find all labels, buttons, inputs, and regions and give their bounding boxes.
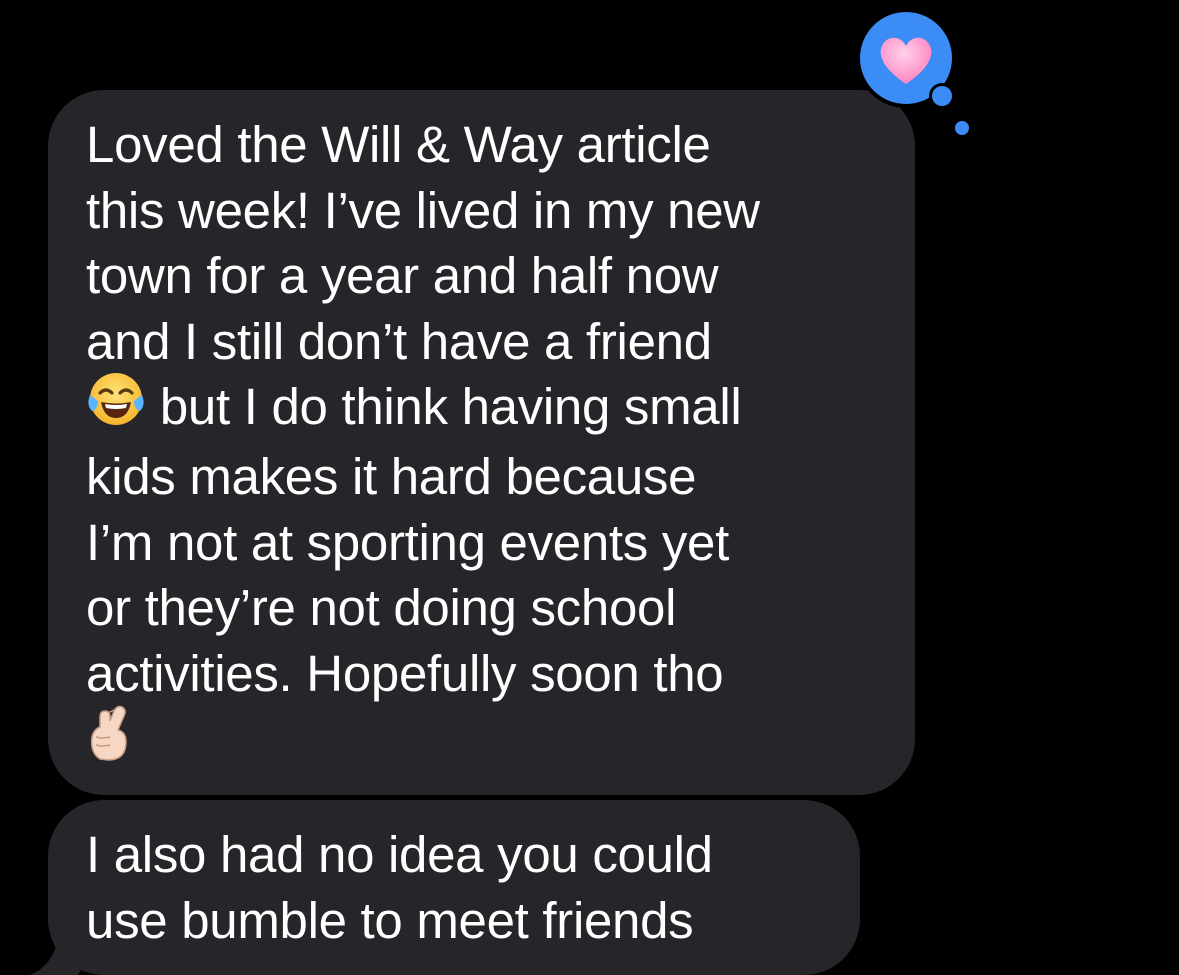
message-line: I’m not at sporting events yet bbox=[86, 513, 729, 571]
message-line: this week! I’ve lived in my new bbox=[86, 181, 760, 239]
message-line-emoji-only bbox=[86, 705, 885, 776]
message-line: town for a year and half now bbox=[86, 247, 719, 304]
message-line: activities. Hopefully soon tho bbox=[86, 644, 724, 702]
message-line: or they’re not doing school bbox=[86, 579, 677, 637]
bubble-tail bbox=[30, 937, 88, 975]
message-line: and I still don’t have a friend bbox=[86, 312, 712, 370]
message-line-with-emoji: but I do think having small bbox=[86, 372, 885, 444]
message-line: Loved the Will & Way article bbox=[86, 116, 711, 173]
message-bubble[interactable]: I also had no idea you could use bumble … bbox=[48, 800, 860, 975]
message-line: I also had no idea you could bbox=[86, 826, 713, 883]
message-line: use bumble to meet friends bbox=[86, 891, 694, 949]
message-bubble[interactable]: Loved the Will & Way article this week! … bbox=[48, 90, 915, 795]
heart-icon bbox=[856, 8, 969, 135]
message-line: kids makes it hard because bbox=[86, 448, 697, 506]
heart-tapback[interactable] bbox=[856, 8, 972, 136]
message-line-text: but I do think having small bbox=[146, 378, 742, 435]
